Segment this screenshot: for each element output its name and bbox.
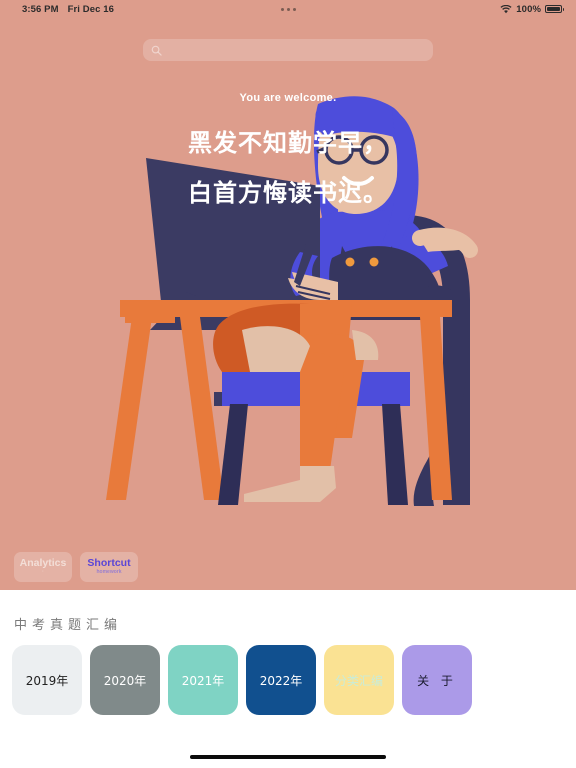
library-card[interactable]: 关 于 [402, 645, 472, 715]
search-input[interactable] [143, 39, 433, 61]
library-section: 中考真题汇编 2019年 2020年 2021年 2022年 分类汇编 关 于 [0, 590, 576, 768]
student-at-desk-with-cat-illustration [0, 0, 576, 590]
library-card[interactable]: 2019年 [12, 645, 82, 715]
poem-line-2: 白首方悔读书迟。 [188, 179, 388, 207]
analytics-widget-subtitle: · [42, 569, 44, 576]
library-card[interactable]: 分类汇编 [324, 645, 394, 715]
library-card[interactable]: 2022年 [246, 645, 316, 715]
battery-percent-label: 100% [516, 3, 541, 15]
battery-full-icon [545, 4, 564, 14]
library-card-label: 关 于 [417, 673, 457, 688]
status-bar-right: 100% [500, 3, 564, 15]
library-card-label: 2019年 [25, 673, 69, 688]
library-card-label: 2021年 [181, 673, 225, 688]
library-card-label: 分类汇编 [334, 673, 383, 688]
shortcut-widget-subtitle: homework [96, 569, 122, 576]
widget-row: Analytics · Shortcut homework [14, 552, 138, 582]
home-screen-hero: 3:56 PM Fri Dec 16 100% You are welcome.… [0, 0, 576, 590]
multitask-indicator[interactable] [0, 7, 576, 11]
search-icon [151, 45, 162, 56]
wifi-icon [500, 4, 512, 13]
library-card[interactable]: 2021年 [168, 645, 238, 715]
shortcut-widget-title: Shortcut [87, 557, 131, 570]
library-card[interactable]: 2020年 [90, 645, 160, 715]
analytics-widget-title: Analytics [19, 557, 67, 570]
year-card-list: 2019年 2020年 2021年 2022年 分类汇编 关 于 [12, 645, 480, 715]
page-title: 中考真题汇编 [14, 618, 123, 633]
three-dots-icon-dot2 [286, 7, 290, 11]
three-dots-icon-dot3 [292, 7, 296, 11]
three-dots-icon-dot1 [280, 7, 284, 11]
library-card-label: 2020年 [103, 673, 147, 688]
analytics-widget-button[interactable]: Analytics · [14, 552, 72, 582]
tablet-screen: 3:56 PM Fri Dec 16 100% You are welcome.… [0, 0, 576, 768]
poem-line-1: 黑发不知勤学早， [188, 129, 388, 157]
library-card-label: 2022年 [259, 673, 303, 688]
home-indicator[interactable] [190, 755, 386, 759]
status-bar: 3:56 PM Fri Dec 16 100% [0, 0, 576, 18]
welcome-text: You are welcome. [239, 92, 337, 104]
shortcut-widget-button[interactable]: Shortcut homework [80, 552, 138, 582]
